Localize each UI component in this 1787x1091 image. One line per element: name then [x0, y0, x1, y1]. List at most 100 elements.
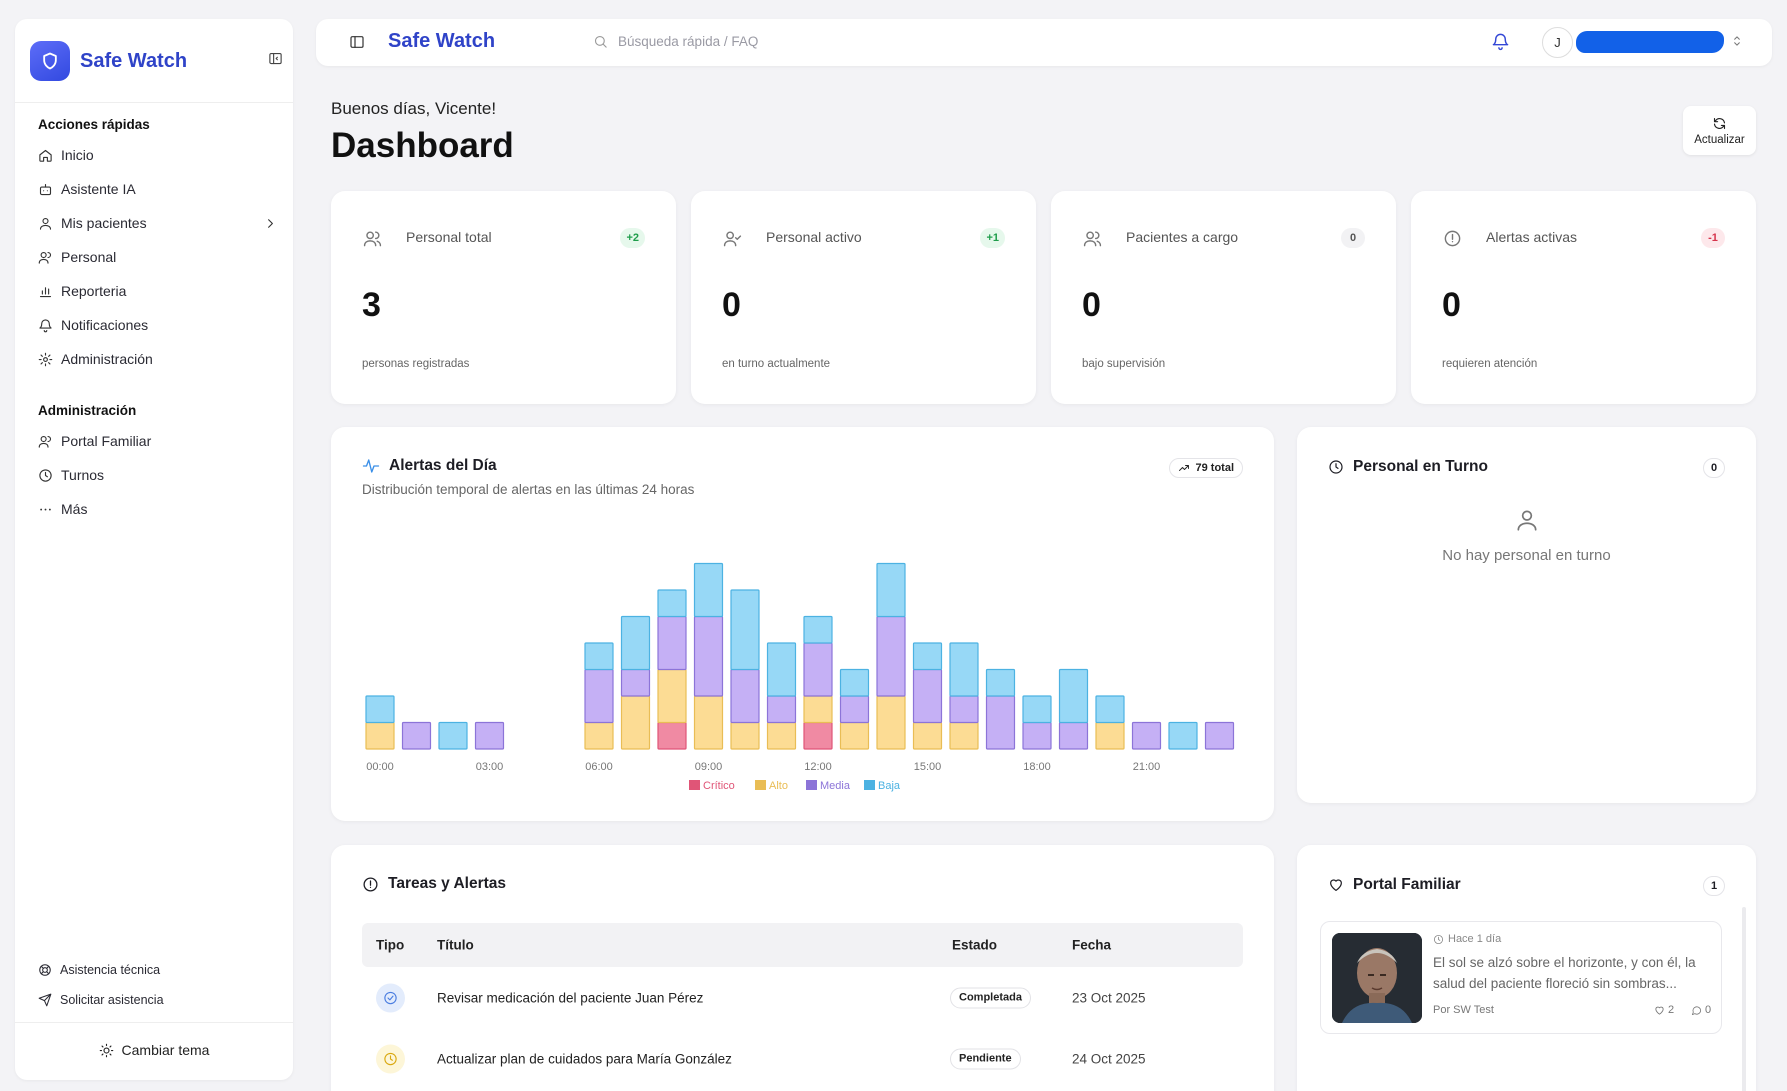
bar-segment-alto-20:00[interactable]	[1095, 721, 1125, 750]
search-input[interactable]: Búsqueda rápida / FAQ	[593, 34, 758, 49]
bar-segment-media-17:00[interactable]	[985, 695, 1016, 750]
user-name-redacted[interactable]	[1576, 31, 1724, 53]
bar-segment-alto-00:00[interactable]	[365, 721, 395, 750]
sidebar-item-portal-familiar[interactable]: Portal Familiar	[38, 426, 278, 456]
stat-card-personal-activo[interactable]: Personal activo +1 0 en turno actualment…	[691, 191, 1036, 404]
bar-segment-baja-09:00[interactable]	[693, 562, 724, 618]
legend-label[interactable]: Baja	[878, 780, 901, 792]
brand[interactable]: Safe Watch	[30, 41, 187, 81]
bar-segment-alto-10:00[interactable]	[730, 721, 760, 750]
table-row[interactable]: Revisar medicación del paciente Juan Pér…	[362, 967, 1243, 1028]
bar-segment-baja-02:00[interactable]	[438, 721, 468, 750]
bar-segment-alto-07:00[interactable]	[620, 695, 651, 750]
clock-icon	[1433, 934, 1444, 944]
bar-segment-baja-06:00[interactable]	[584, 642, 614, 671]
request-assistance-link[interactable]: Solicitar asistencia	[38, 993, 164, 1007]
family-post[interactable]: Hace 1 día El sol se alzó sobre el horiz…	[1320, 921, 1722, 1034]
x-tick-label: 00:00	[366, 761, 394, 773]
bar-segment-baja-11:00[interactable]	[766, 642, 797, 697]
sidebar-item-personal[interactable]: Personal	[38, 242, 278, 272]
bar-segment-media-16:00[interactable]	[949, 695, 979, 724]
collapse-sidebar-icon[interactable]	[268, 51, 283, 66]
section-title-quick-actions: Acciones rápidas	[38, 117, 150, 132]
bar-segment-baja-22:00[interactable]	[1168, 721, 1198, 750]
chevrons-up-down-icon[interactable]	[1730, 34, 1744, 48]
chevron-right-icon[interactable]	[263, 216, 278, 231]
sidebar-item-mis-pacientes[interactable]: Mis pacientes	[38, 208, 278, 238]
table-row[interactable]: Actualizar plan de cuidados para María G…	[362, 1028, 1243, 1089]
refresh-button[interactable]: Actualizar	[1683, 106, 1756, 155]
bar-segment-baja-17:00[interactable]	[985, 668, 1016, 697]
bar-segment-baja-18:00[interactable]	[1022, 695, 1052, 724]
sidebar-item-mas[interactable]: Más	[38, 494, 278, 524]
sidebar-item-turnos[interactable]: Turnos	[38, 460, 278, 490]
bar-segment-media-21:00[interactable]	[1131, 721, 1162, 750]
message-circle-icon	[1691, 1005, 1702, 1015]
bar-segment-baja-12:00[interactable]	[803, 615, 833, 644]
avatar[interactable]: J	[1542, 27, 1573, 58]
sidebar-item-administracion[interactable]: Administración	[38, 344, 278, 374]
bar-segment-baja-00:00[interactable]	[365, 695, 395, 724]
bar-segment-media-10:00[interactable]	[730, 668, 760, 724]
bar-segment-media-18:00[interactable]	[1022, 721, 1052, 750]
bar-segment-media-11:00[interactable]	[766, 695, 797, 724]
bar-segment-media-12:00[interactable]	[803, 642, 833, 697]
bar-segment-media-08:00[interactable]	[657, 615, 687, 671]
legend-label[interactable]: Media	[820, 780, 851, 792]
bar-segment-media-01:00[interactable]	[401, 721, 432, 750]
bar-segment-alto-14:00[interactable]	[876, 695, 906, 750]
sidebar-item-reporteria[interactable]: Reporteria	[38, 276, 278, 306]
scrollbar[interactable]	[1742, 907, 1746, 1091]
bar-segment-media-15:00[interactable]	[912, 668, 943, 724]
bar-segment-baja-16:00[interactable]	[949, 642, 979, 697]
bar-segment-baja-20:00[interactable]	[1095, 695, 1125, 724]
sidebar-item-notificaciones[interactable]: Notificaciones	[38, 310, 278, 340]
bar-segment-media-14:00[interactable]	[876, 615, 906, 697]
legend-label[interactable]: Alto	[769, 780, 788, 792]
notifications-bell-icon[interactable]	[1491, 32, 1510, 51]
alerts-stacked-bar-chart: 00:00 03:00 06:00 09:00 12:00 15:00 18:00 21:00…	[365, 562, 1235, 792]
bar-segment-alto-12:00[interactable]	[803, 695, 833, 724]
bot-icon	[39, 183, 52, 195]
stat-label: Personal total	[406, 229, 492, 245]
stat-card-personal-total[interactable]: Personal total +2 3 personas registradas	[331, 191, 676, 404]
bar-segment-media-13:00[interactable]	[839, 695, 870, 724]
sidebar-item-label: Más	[61, 501, 88, 517]
bar-segment-alto-13:00[interactable]	[839, 721, 870, 750]
heart-icon	[1330, 879, 1342, 891]
bar-segment-alto-08:00[interactable]	[657, 668, 687, 724]
bar-segment-media-09:00[interactable]	[693, 615, 724, 697]
bar-segment-baja-19:00[interactable]	[1058, 668, 1089, 724]
bar-segment-alto-11:00[interactable]	[766, 721, 797, 750]
bar-segment-baja-07:00[interactable]	[620, 615, 651, 671]
support-link[interactable]: Asistencia técnica	[38, 963, 160, 977]
sidebar-item-asistente-ia[interactable]: Asistente IA	[38, 174, 278, 204]
bar-segment-media-23:00[interactable]	[1204, 721, 1235, 750]
sidebar-item-label: Administración	[61, 351, 153, 367]
bar-segment-alto-15:00[interactable]	[912, 721, 943, 750]
bar-segment-media-07:00[interactable]	[620, 668, 651, 697]
bar-segment-media-03:00[interactable]	[474, 721, 505, 750]
bar-segment-alto-16:00[interactable]	[949, 721, 979, 750]
post-comments[interactable]: 0	[1691, 1004, 1711, 1016]
bar-segment-media-06:00[interactable]	[584, 668, 614, 724]
bar-segment-crítico-12:00[interactable]	[803, 721, 833, 750]
stat-card-alertas-activas[interactable]: Alertas activas -1 0 requieren atención	[1411, 191, 1756, 404]
bar-segment-media-19:00[interactable]	[1058, 721, 1089, 750]
bar-segment-baja-15:00[interactable]	[912, 642, 943, 671]
legend-label[interactable]: Crítico	[703, 780, 735, 792]
bar-segment-alto-06:00[interactable]	[584, 721, 614, 750]
portal-familiar-card: Portal Familiar 1 Hace 1 día El sol se a…	[1297, 845, 1756, 1091]
bar-segment-baja-10:00[interactable]	[730, 589, 760, 671]
stat-subtitle: personas registradas	[362, 358, 470, 370]
bar-segment-baja-13:00[interactable]	[839, 668, 870, 697]
bar-segment-baja-14:00[interactable]	[876, 562, 906, 618]
sidebar-item-inicio[interactable]: Inicio	[38, 140, 278, 170]
sidebar-toggle-icon[interactable]	[349, 34, 365, 50]
bar-segment-alto-09:00[interactable]	[693, 695, 724, 750]
post-likes[interactable]: 2	[1654, 1004, 1674, 1016]
bar-segment-baja-08:00[interactable]	[657, 589, 687, 618]
bar-segment-crítico-08:00[interactable]	[657, 721, 687, 750]
theme-toggle-button[interactable]: Cambiar tema	[15, 1042, 293, 1058]
stat-card-pacientes-a-cargo[interactable]: Pacientes a cargo 0 0 bajo supervisión	[1051, 191, 1396, 404]
